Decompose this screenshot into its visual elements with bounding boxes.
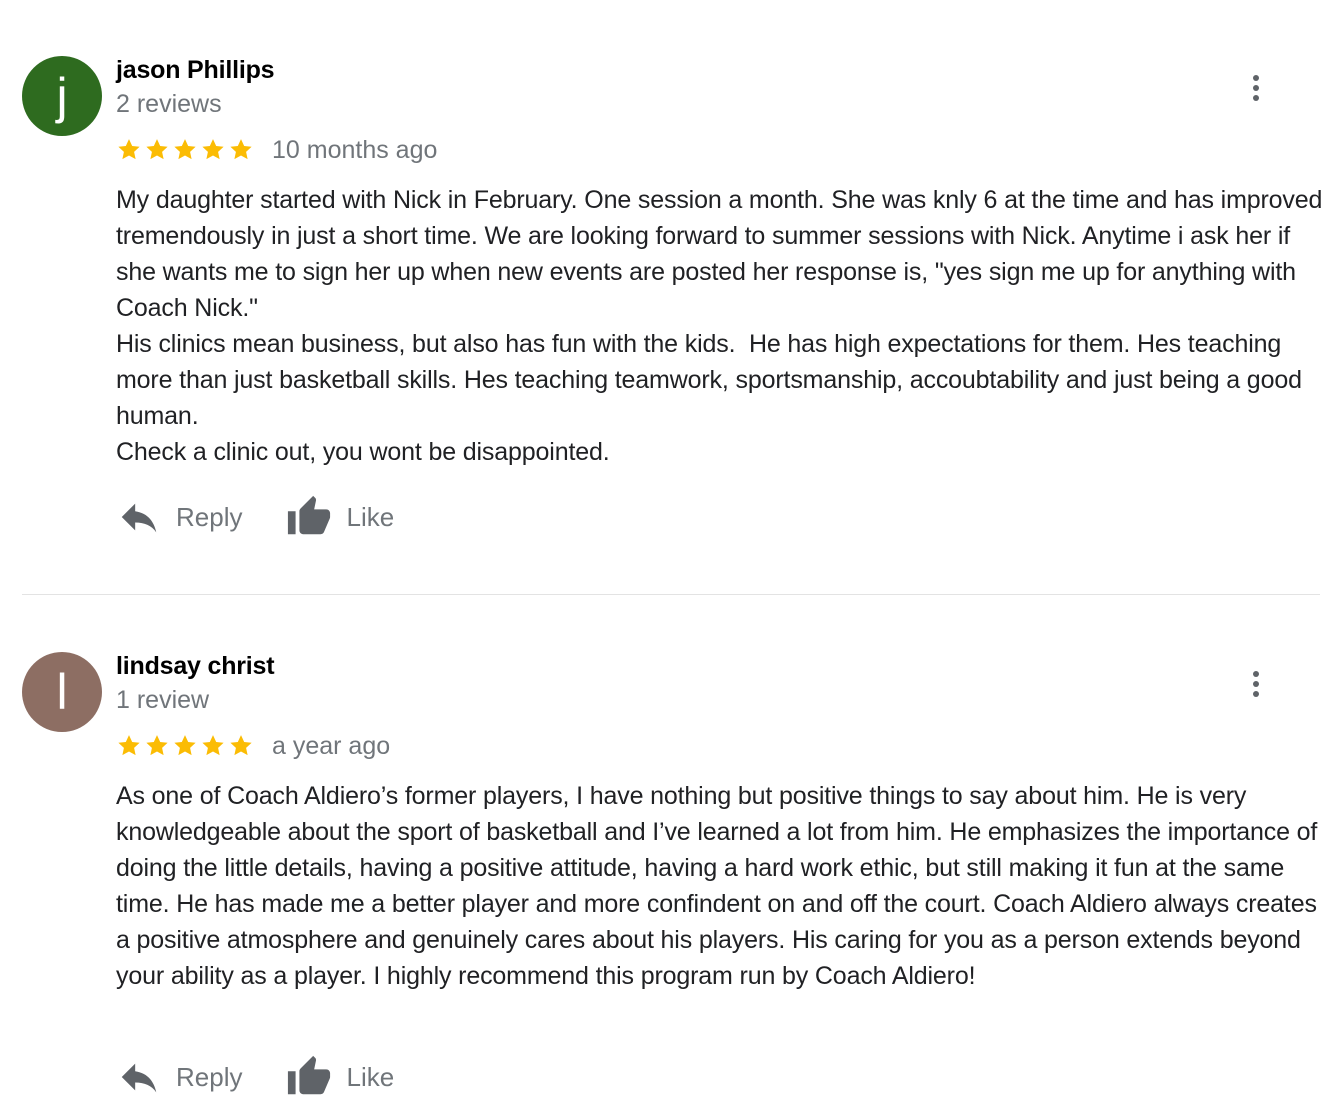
reply-arrow-icon: [121, 1063, 157, 1093]
avatar-letter: l: [56, 664, 68, 720]
star-rating: [116, 137, 254, 163]
thumbs-up-icon: [288, 1055, 331, 1095]
more-options-button[interactable]: [1240, 70, 1272, 106]
reviewer-name[interactable]: jason Phillips: [116, 56, 275, 85]
review-date: 10 months ago: [272, 135, 438, 164]
star-icon: [146, 735, 168, 756]
like-button[interactable]: Like: [286, 490, 394, 544]
star-icon: [146, 139, 168, 160]
rating-row: 10 months ago: [116, 134, 437, 166]
star-icon: [174, 139, 196, 160]
star-icon: [230, 735, 252, 756]
like-label: Like: [346, 1061, 395, 1092]
review-text: My daughter started with Nick in Februar…: [116, 182, 1326, 470]
review-count[interactable]: 1 review: [116, 686, 209, 715]
more-vert-icon: [1253, 75, 1259, 81]
reply-button[interactable]: Reply: [116, 1050, 242, 1104]
thumbs-up-icon: [288, 495, 331, 535]
review-paragraph: Check a clinic out, you wont be disappoi…: [116, 438, 610, 466]
reply-arrow-icon: [121, 503, 157, 533]
rating-row: a year ago: [116, 730, 390, 762]
review-text: As one of Coach Aldiero’s former players…: [116, 778, 1326, 994]
star-icon: [118, 139, 140, 160]
more-vert-icon: [1253, 671, 1259, 677]
like-label: Like: [346, 501, 395, 532]
reply-label: Reply: [176, 1061, 243, 1092]
review-card: l lindsay christ 1 review a year ago As …: [0, 596, 1338, 1116]
star-icon: [202, 139, 224, 160]
reply-label: Reply: [176, 501, 243, 532]
avatar[interactable]: j: [22, 56, 102, 136]
star-icon: [202, 735, 224, 756]
reply-button[interactable]: Reply: [116, 490, 242, 544]
star-icon: [118, 735, 140, 756]
avatar[interactable]: l: [22, 652, 102, 732]
review-card: j jason Phillips 2 reviews 10 months ago…: [0, 0, 1338, 594]
review-paragraph: As one of Coach Aldiero’s former players…: [116, 782, 1324, 990]
reviewer-name[interactable]: lindsay christ: [116, 652, 275, 681]
review-paragraph: My daughter started with Nick in Februar…: [116, 186, 1330, 322]
like-button[interactable]: Like: [286, 1050, 394, 1104]
review-actions: Reply Like: [116, 490, 394, 544]
review-date: a year ago: [272, 731, 391, 760]
star-icon: [230, 139, 252, 160]
review-divider: [22, 594, 1320, 595]
star-rating: [116, 733, 254, 759]
more-options-button[interactable]: [1240, 666, 1272, 702]
avatar-letter: j: [56, 68, 68, 124]
star-icon: [174, 735, 196, 756]
review-paragraph: His clinics mean business, but also has …: [116, 330, 1309, 430]
review-actions: Reply Like: [116, 1050, 394, 1104]
review-count[interactable]: 2 reviews: [116, 90, 222, 119]
